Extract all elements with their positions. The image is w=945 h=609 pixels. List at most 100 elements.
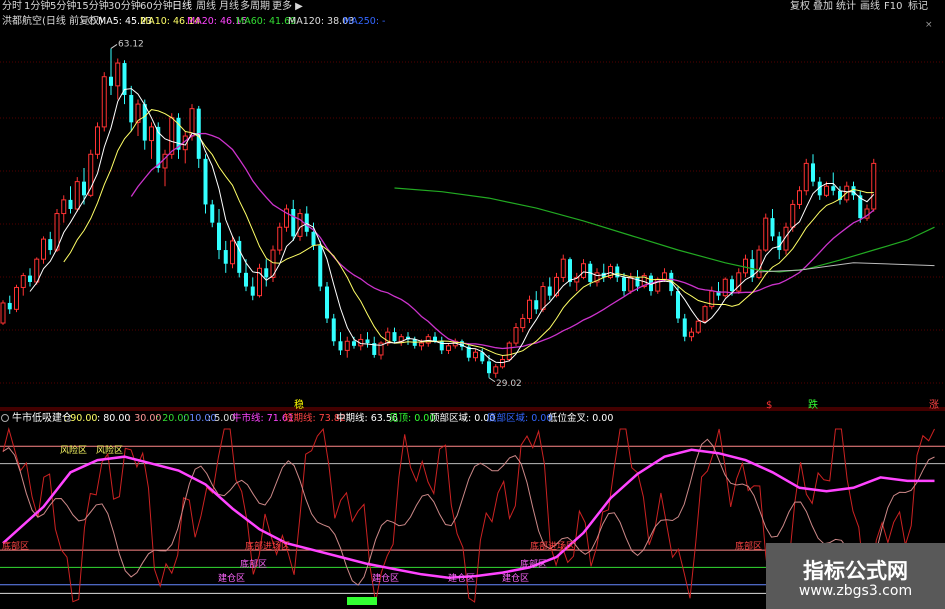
- zone-label: 底部区: [520, 558, 547, 570]
- candle-body: [682, 318, 687, 337]
- signal-marker: 稳: [294, 398, 304, 409]
- candle-body: [331, 318, 336, 342]
- settings-icon: [1, 414, 9, 422]
- toolbar-button[interactable]: 标记: [908, 0, 928, 13]
- period-tab[interactable]: 1分钟: [24, 0, 50, 13]
- indicator-title: 牛市低吸建仓: [12, 411, 72, 424]
- toolbar-button[interactable]: 画线: [860, 0, 880, 13]
- period-tab[interactable]: 15分钟: [76, 0, 109, 13]
- candle-body: [777, 236, 782, 251]
- candle-body: [689, 331, 694, 338]
- ma60-line: [394, 187, 935, 273]
- candle-body: [568, 259, 572, 282]
- candle-body: [722, 278, 728, 297]
- candle-body: [547, 286, 552, 296]
- period-tab[interactable]: 30分钟: [108, 0, 141, 13]
- candle-body: [824, 185, 829, 196]
- zone-label: 底部进场区: [245, 540, 290, 552]
- toolbar-button[interactable]: 叠加: [813, 0, 833, 13]
- low-marker: [488, 377, 496, 383]
- indicator-value: 见顶: 0.00: [389, 413, 435, 424]
- watermark-title: 指标公式网: [803, 559, 908, 583]
- candle-body: [34, 258, 40, 283]
- close-icon: ×: [925, 20, 933, 30]
- candle-body: [41, 238, 46, 260]
- candle-body: [304, 213, 309, 232]
- candle-body: [513, 327, 519, 344]
- high-marker: [110, 44, 118, 49]
- candle-body: [365, 339, 370, 344]
- candle-body: [628, 276, 634, 292]
- candle-body: [487, 361, 491, 374]
- candle-body: [149, 126, 154, 142]
- zone-label: 风险区: [60, 444, 87, 456]
- period-toolbar: 分时 1分钟 5分钟 15分钟 30分钟 60分钟 日线 周线 月线 多周期 更多 ▶ 复权 叠加 统计…: [0, 0, 945, 13]
- candle-body: [169, 117, 175, 155]
- candle-body: [101, 76, 107, 128]
- candle-body: [520, 317, 526, 329]
- period-tab[interactable]: 5分钟: [50, 0, 76, 13]
- candlestick-chart[interactable]: 63.1229.02稳跌涨$ 洪都航空(日线 前复权)MA5: 45.23MA1…: [0, 14, 945, 409]
- level-value: : 90.00: [64, 413, 97, 424]
- candle-body: [250, 286, 255, 296]
- period-tab[interactable]: 更多 ▶: [272, 0, 303, 13]
- candle-body: [223, 250, 228, 264]
- candle-body: [7, 302, 12, 310]
- period-tab[interactable]: 分时: [2, 0, 22, 13]
- zone-label: 底部进场区: [530, 540, 575, 552]
- candle-body: [446, 345, 451, 351]
- signal-marker: $: [766, 400, 772, 409]
- candle-body: [554, 276, 559, 297]
- candle-body: [217, 222, 221, 251]
- candle-body: [48, 239, 53, 251]
- candle-body: [871, 162, 877, 210]
- candle-body: [506, 342, 512, 361]
- zone-label: 底部区: [2, 540, 29, 552]
- candle-body: [352, 341, 356, 346]
- candle-body: [237, 240, 242, 273]
- candle-body: [109, 76, 113, 86]
- candle-body: [88, 153, 94, 196]
- zone-label: 底部区: [735, 540, 762, 552]
- low-label: 29.02: [496, 379, 522, 389]
- candle-body: [635, 277, 640, 287]
- candle-body: [68, 199, 73, 209]
- candle-body: [14, 286, 19, 310]
- candle-body: [311, 231, 316, 246]
- candle-body: [770, 218, 775, 237]
- period-tab[interactable]: 日线: [172, 0, 192, 13]
- ma-value: MA250: -: [343, 16, 385, 27]
- candle-body: [743, 258, 748, 274]
- candle-body: [851, 186, 856, 196]
- candle-body: [500, 359, 505, 368]
- toolbar-button[interactable]: F10: [884, 0, 902, 13]
- signal-marker: 涨: [929, 399, 939, 409]
- candle-body: [581, 263, 586, 278]
- watermark: 指标公式网 www.zbgs3.com: [766, 543, 945, 609]
- period-tab[interactable]: 60分钟: [140, 0, 173, 13]
- candle-body: [831, 186, 836, 191]
- high-label: 63.12: [118, 39, 144, 49]
- candle-body: [264, 268, 269, 278]
- period-tab[interactable]: 多周期: [240, 0, 270, 13]
- toolbar-button[interactable]: 复权: [790, 0, 810, 13]
- candle-body: [560, 258, 566, 278]
- candle-body: [540, 286, 546, 310]
- candle-body: [115, 62, 121, 87]
- zone-label: 底部区: [240, 558, 267, 570]
- candle-body: [189, 108, 195, 137]
- period-tab[interactable]: 周线: [196, 0, 216, 13]
- toolbar-button[interactable]: 统计: [836, 0, 856, 13]
- candle-body: [527, 299, 532, 319]
- candle-body: [325, 286, 329, 319]
- candle-body: [318, 245, 323, 287]
- indicator-value: 顶部区域: 0.00: [430, 412, 495, 424]
- candle-body: [61, 199, 67, 215]
- zone-label: 建仓区: [372, 572, 399, 584]
- candle-body: [344, 340, 350, 351]
- candle-body: [695, 320, 701, 333]
- level-value: : 80.00: [97, 413, 130, 424]
- period-tab[interactable]: 月线: [219, 0, 239, 13]
- candle-body: [203, 158, 208, 205]
- candle-body: [338, 341, 343, 351]
